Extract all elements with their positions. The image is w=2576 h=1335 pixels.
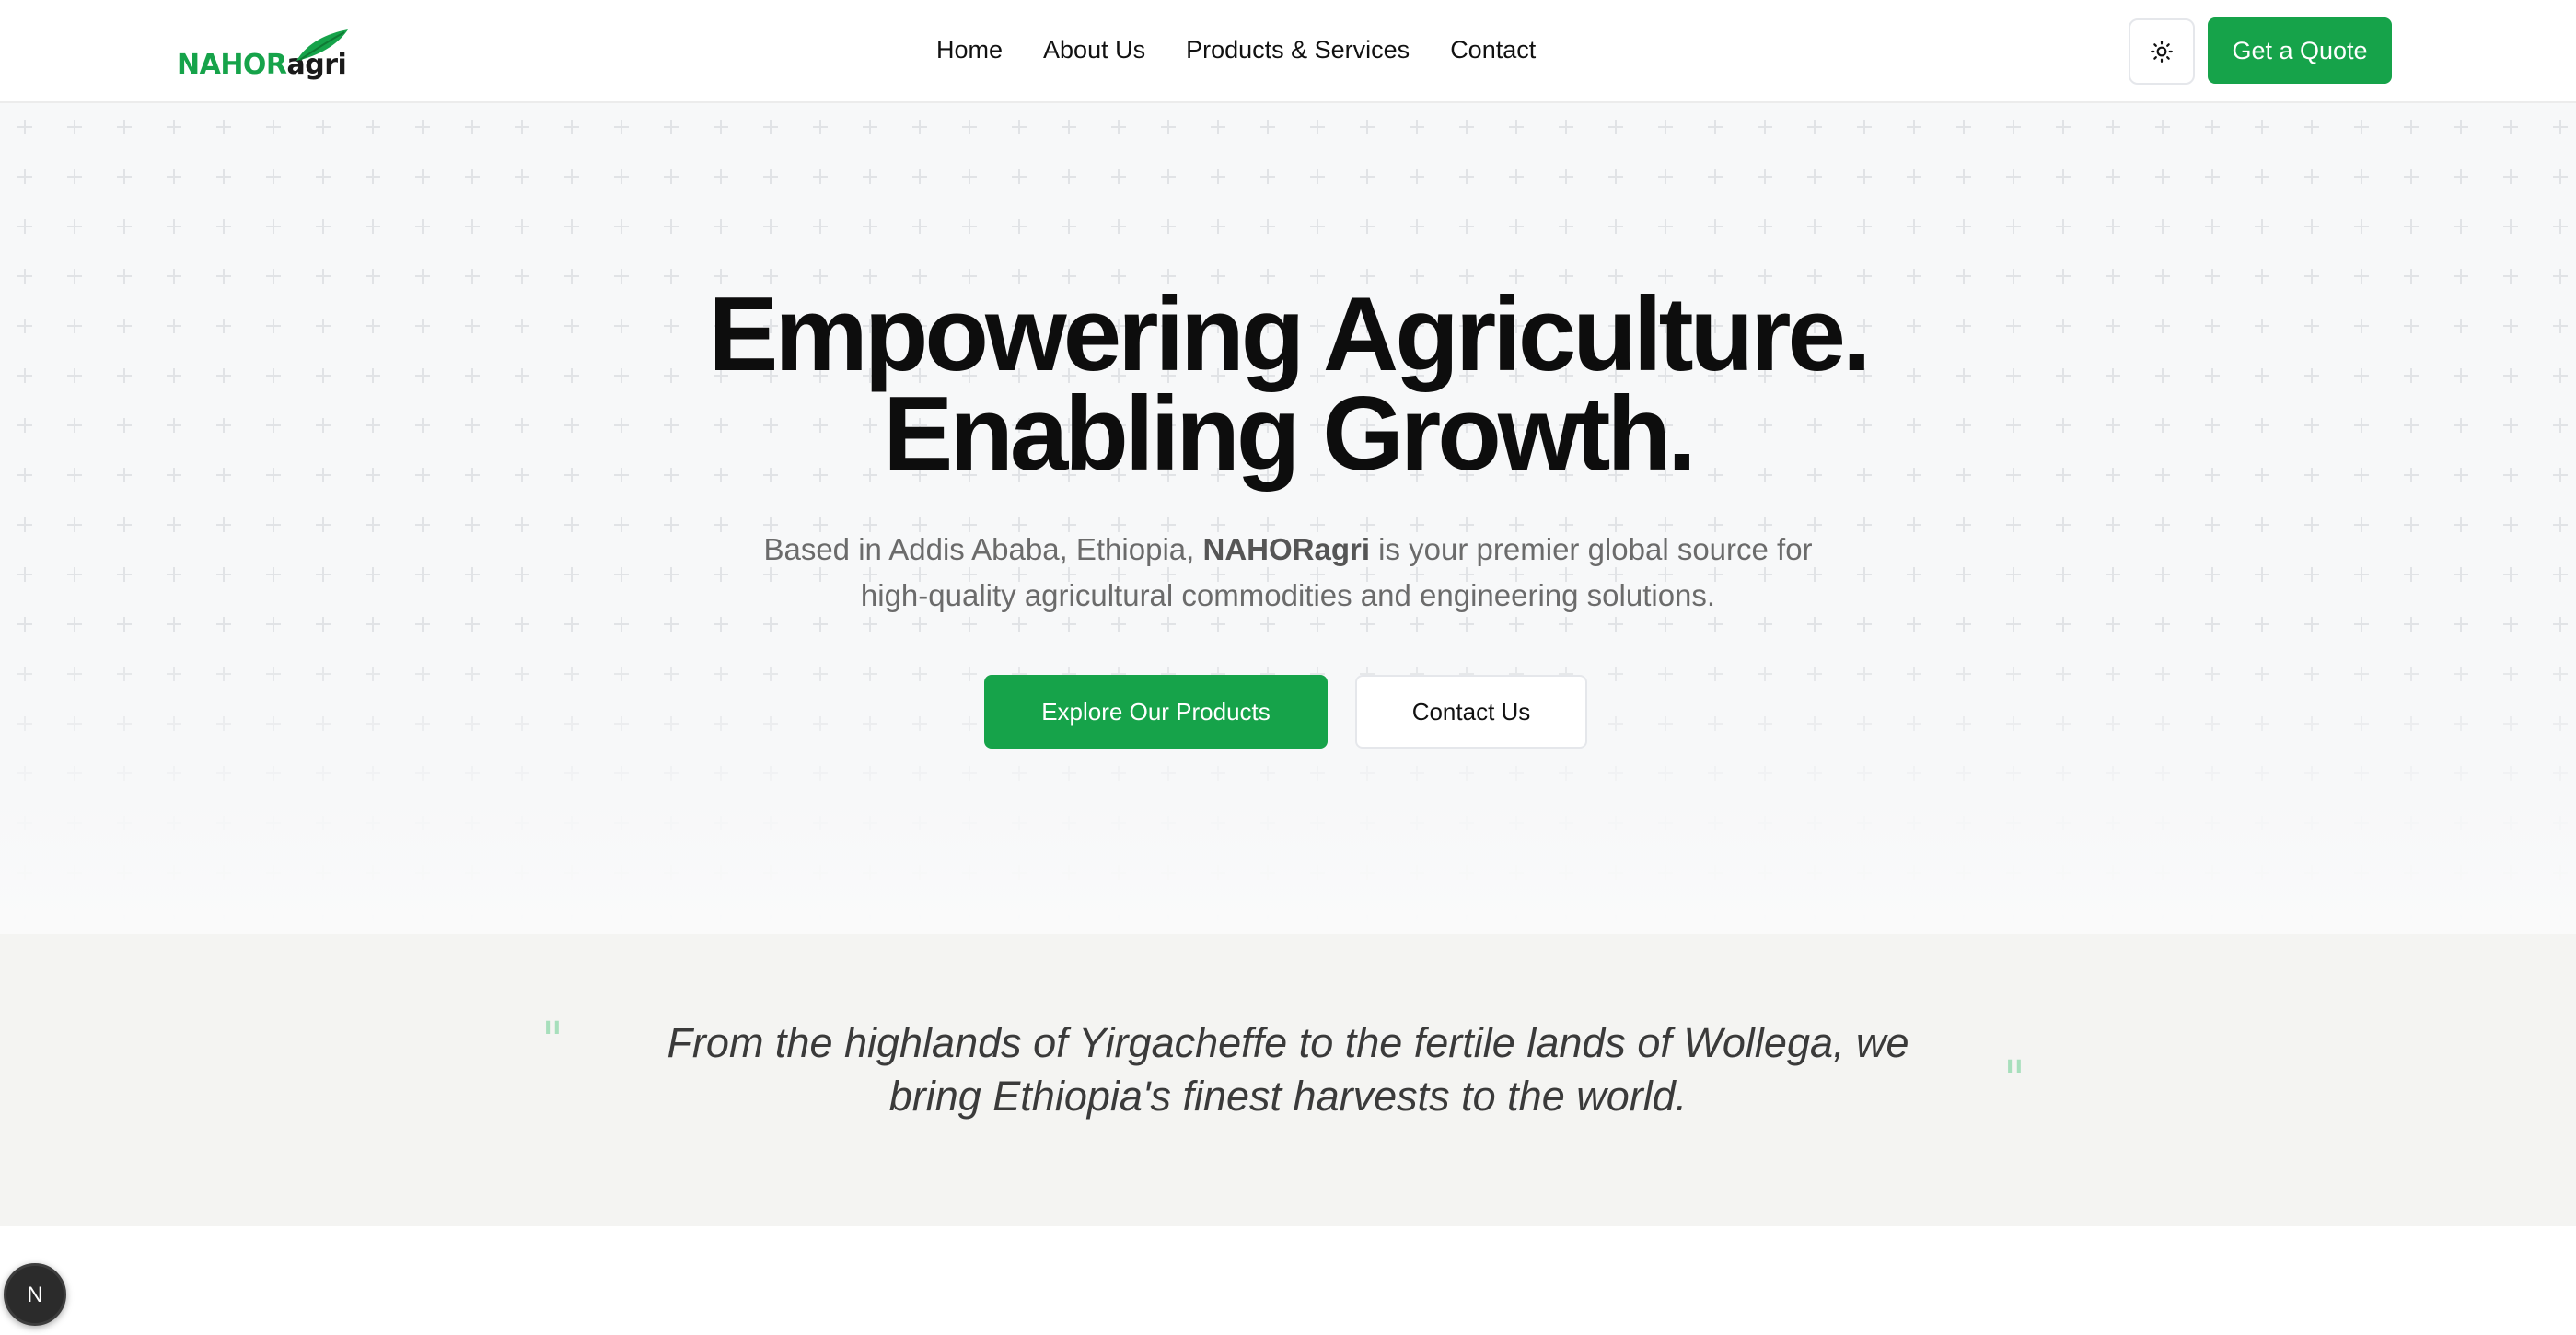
quote-line-2: bring Ethiopia's finest harvests to the … — [888, 1073, 1688, 1120]
close-quote-icon: " — [2003, 1051, 2025, 1107]
hero-subtitle-prefix: Based in Addis Ababa, Ethiopia, — [763, 532, 1203, 566]
contact-us-button[interactable]: Contact Us — [1355, 675, 1587, 749]
hero-section: Empowering Agriculture. Enabling Growth.… — [0, 103, 2576, 934]
nav-contact[interactable]: Contact — [1450, 36, 1536, 64]
get-a-quote-button[interactable]: Get a Quote — [2208, 17, 2392, 84]
hero-title-line-2: Enabling Growth. — [883, 376, 1697, 493]
quote-text: From the highlands of Yirgacheffe to the… — [0, 1016, 2576, 1123]
n-logo-icon: N — [27, 1283, 42, 1307]
nav-products-services[interactable]: Products & Services — [1186, 36, 1410, 64]
logo-text-green: NAHOR — [177, 49, 287, 81]
hero-title-line-1: Empowering Agriculture. — [708, 276, 1871, 393]
nav-home[interactable]: Home — [936, 36, 1003, 64]
sun-icon — [2151, 41, 2173, 63]
hero-title: Empowering Agriculture. Enabling Growth. — [0, 276, 2576, 493]
hero-actions: Explore Our Products Contact Us — [984, 675, 1587, 749]
main-nav: Home About Us Products & Services Contac… — [936, 31, 1536, 68]
brand-logo[interactable]: NAHORagri — [177, 29, 352, 79]
leaf-icon — [296, 29, 348, 61]
next-section — [0, 1226, 2576, 1335]
hero-subtitle-brand: NAHORagri — [1202, 532, 1371, 566]
explore-products-button[interactable]: Explore Our Products — [984, 675, 1328, 749]
nextjs-dev-indicator-button[interactable]: N — [4, 1263, 66, 1326]
quote-line-1: From the highlands of Yirgacheffe to the… — [667, 1019, 1909, 1066]
svg-text:N: N — [27, 1283, 42, 1307]
site-header: NAHORagri Home About Us Products & Servi… — [0, 0, 2576, 103]
hero-subtitle-suffix: is your premier global source for — [1370, 532, 1813, 566]
hero-subtitle-line-2: high-quality agricultural commodities an… — [860, 578, 1716, 612]
nav-about-us[interactable]: About Us — [1043, 36, 1145, 64]
hero-subtitle: Based in Addis Ababa, Ethiopia, NAHORagr… — [0, 527, 2576, 619]
theme-toggle-button[interactable] — [2129, 18, 2195, 85]
quote-section: " From the highlands of Yirgacheffe to t… — [0, 934, 2576, 1226]
